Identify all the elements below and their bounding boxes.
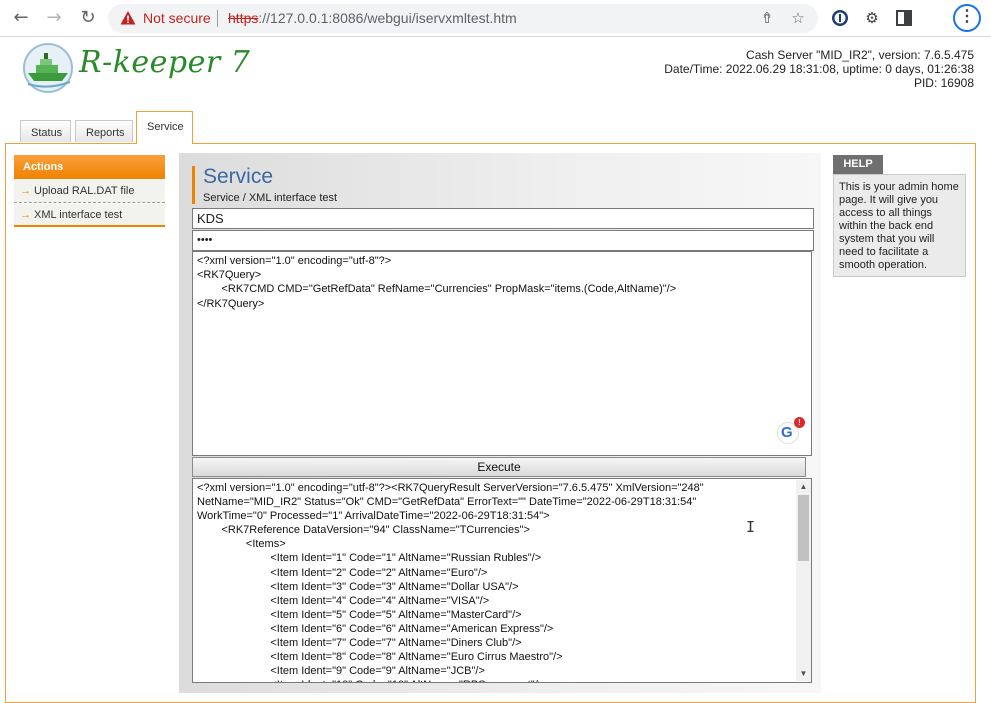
reload-icon[interactable]: ↻ [76, 7, 100, 29]
address-bar[interactable]: Not secure https://127.0.0.1:8086/webgui… [108, 4, 818, 33]
response-scrollbar[interactable]: ▲ ▼ [796, 480, 811, 681]
side-panel-icon[interactable] [896, 10, 912, 26]
url-path: ://127.0.0.1:8086/webgui/iservxmltest.ht… [258, 10, 517, 26]
scroll-up-icon[interactable]: ▲ [796, 480, 811, 494]
extensions-puzzle-icon[interactable]: ⚙ [862, 8, 882, 28]
text-cursor-icon: I [746, 518, 756, 536]
omnibox-divider [217, 10, 218, 27]
server-name-version: Cash Server "MID_IR2", version: 7.6.5.47… [746, 48, 974, 62]
help-text: This is your admin home page. It will gi… [833, 174, 966, 277]
sidebar-item-xml-test[interactable]: → XML interface test [14, 204, 165, 227]
server-pid: PID: 16908 [913, 76, 974, 90]
app-logo-text: R-keeper 7 [79, 45, 251, 80]
bookmark-star-icon[interactable]: ☆ [789, 9, 807, 27]
username-input[interactable]: KDS [192, 208, 814, 229]
tab-status[interactable]: Status [20, 120, 71, 142]
server-datetime-uptime: Date/Time: 2022.06.29 18:31:08, uptime: … [664, 62, 974, 76]
actions-header: Actions [14, 155, 165, 179]
grammarly-icon[interactable]: G ! [777, 417, 805, 444]
page-title: Service [203, 165, 274, 188]
title-accent-bar [192, 166, 195, 204]
url-text[interactable]: https://127.0.0.1:8086/webgui/iservxmlte… [228, 10, 517, 26]
response-xml-textarea[interactable]: <?xml version="1.0" encoding="utf-8"?><R… [192, 478, 812, 683]
arrow-right-icon: → [20, 185, 31, 197]
url-scheme: https [228, 10, 259, 26]
tab-service[interactable]: Service [136, 111, 193, 144]
scroll-thumb[interactable] [798, 495, 809, 561]
ship-logo-icon [23, 43, 73, 93]
forward-arrow-icon[interactable]: → [42, 7, 66, 29]
execute-button[interactable]: Execute [192, 457, 806, 477]
sidebar-item-upload-ral[interactable]: → Upload RAL.DAT file [14, 180, 165, 203]
request-xml-textarea[interactable]: <?xml version="1.0" encoding="utf-8"?> <… [192, 251, 812, 456]
sidebar-item-label: XML interface test [34, 209, 123, 221]
scroll-down-icon[interactable]: ▼ [796, 667, 811, 681]
grammarly-g-glyph: G [781, 424, 793, 441]
security-status[interactable]: Not secure [143, 10, 211, 26]
back-arrow-icon[interactable]: ← [9, 7, 33, 29]
help-title: HELP [833, 155, 883, 174]
password-input[interactable]: •••• [192, 230, 814, 251]
server-info: Cash Server "MID_IR2", version: 7.6.5.47… [664, 48, 974, 90]
password-manager-icon[interactable] [831, 9, 849, 27]
sidebar-item-label: Upload RAL.DAT file [34, 185, 135, 197]
browser-menu-icon[interactable]: ⋮ [953, 4, 981, 32]
browser-toolbar: ← → ↻ Not secure https://127.0.0.1:8086/… [0, 0, 991, 37]
arrow-right-icon: → [20, 209, 31, 221]
warning-icon[interactable] [120, 10, 136, 26]
grammarly-alert-badge: ! [794, 417, 805, 428]
tab-reports[interactable]: Reports [75, 120, 133, 142]
share-icon[interactable]: ⇮ [758, 9, 776, 27]
breadcrumb: Service / XML interface test [203, 192, 338, 204]
